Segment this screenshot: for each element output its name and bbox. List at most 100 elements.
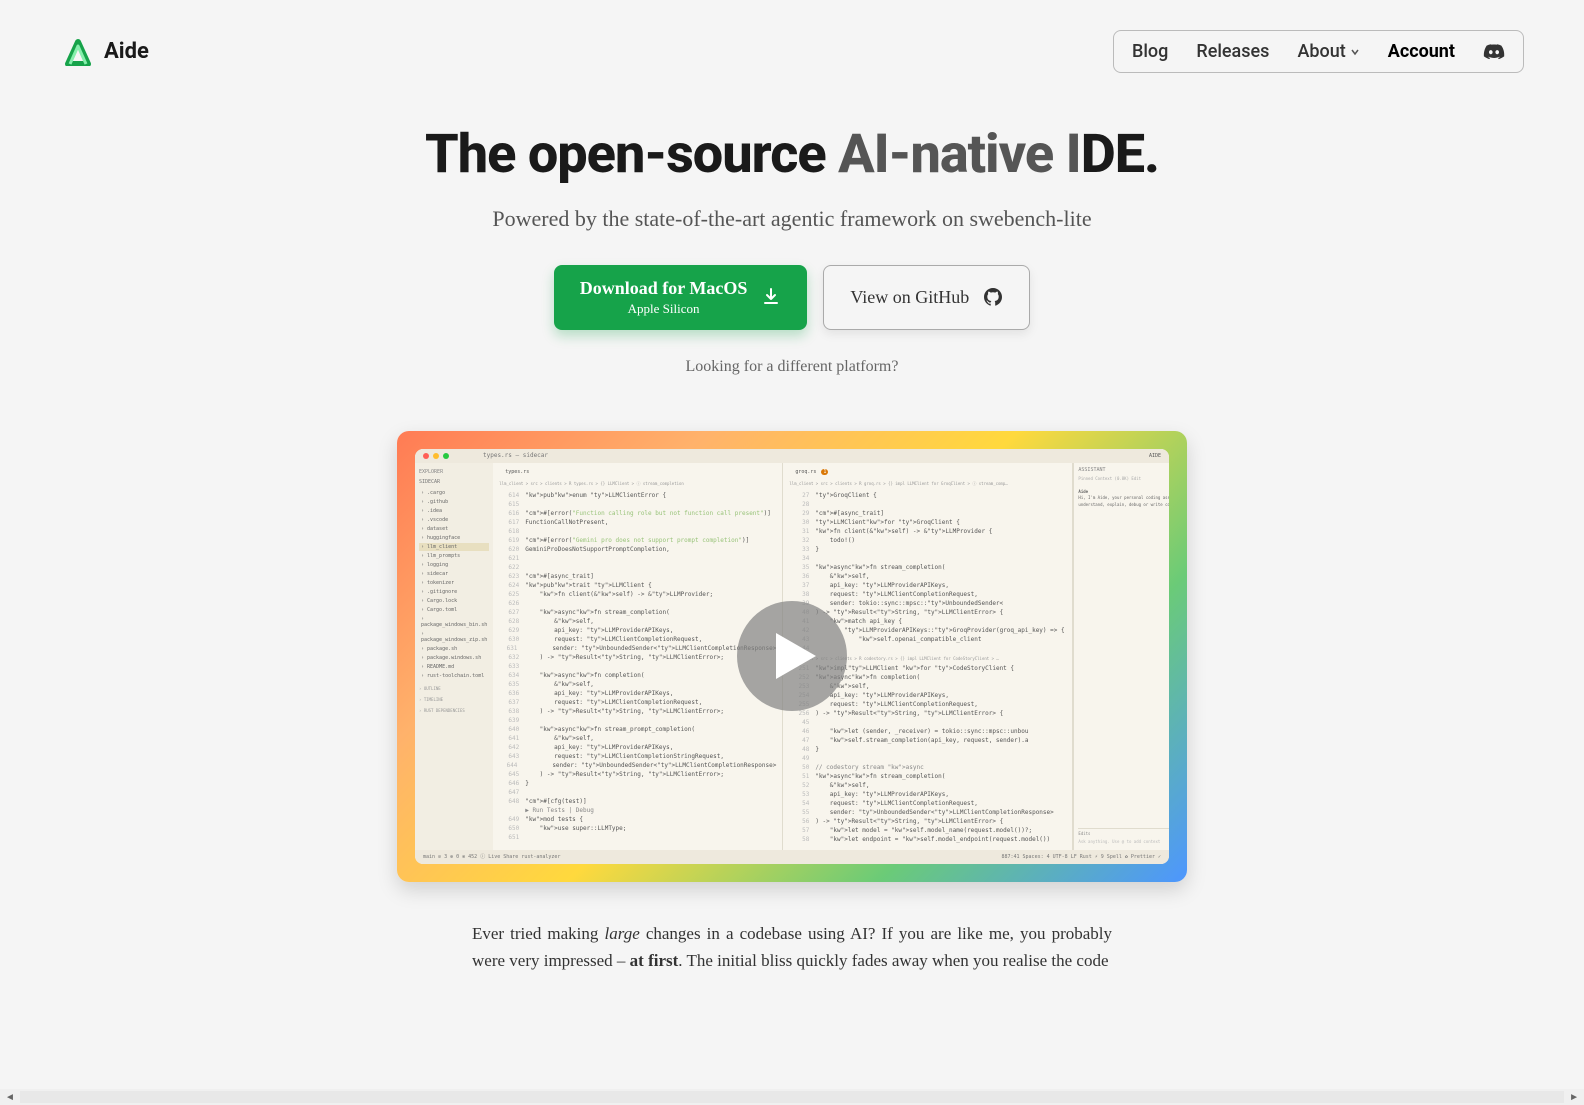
code-line: 48} (789, 745, 1066, 754)
maximize-icon (443, 453, 449, 459)
file-item: › dataset (419, 525, 489, 533)
scroll-right-icon[interactable]: ► (1566, 1092, 1582, 1103)
tab-badge: 1 (821, 469, 828, 475)
code-line: 634 "kw">async "kw">fn completion( (499, 671, 776, 680)
body-post: . The initial bliss quickly fades away w… (678, 951, 1108, 970)
play-icon (776, 633, 816, 679)
code-line: 640 "kw">async "kw">fn stream_prompt_com… (499, 725, 776, 734)
scroll-left-icon[interactable]: ◄ (2, 1092, 18, 1103)
file-explorer: EXPLORER SIDECAR › .cargo› .github› .ide… (415, 463, 493, 850)
github-button[interactable]: View on GitHub (823, 265, 1030, 330)
code-line: 623"cm">#[async_trait] (499, 572, 776, 581)
download-button[interactable]: Download for MacOS Apple Silicon (554, 265, 808, 330)
nav-blog[interactable]: Blog (1132, 41, 1168, 62)
code-line: 626 (499, 599, 776, 608)
code-line: 644 sender: "ty">UnboundedSender<"ty">LL… (499, 761, 776, 770)
code-line: 630 request: "ty">LLMClientCompletionReq… (499, 635, 776, 644)
logo[interactable]: Aide (60, 38, 149, 66)
nav-about[interactable]: About (1297, 41, 1359, 62)
body-at-first: at first (630, 951, 679, 970)
code-line: 621 (499, 554, 776, 563)
file-item: › .idea (419, 507, 489, 515)
logo-text: Aide (104, 39, 149, 64)
explorer-root: SIDECAR (419, 479, 489, 485)
aide-badge: AIDE (1149, 453, 1161, 459)
code-line: 647 (499, 788, 776, 797)
tab-left: types.rs (499, 467, 535, 477)
code-line: 32 todo!() (789, 536, 1066, 545)
code-line: 37 api_key: "ty">LLMProviderAPIKeys, (789, 581, 1066, 590)
file-item: › sidecar (419, 570, 489, 578)
status-right: 887:41 Spaces: 4 UTF-8 LF Rust ⚡ 9 Spell… (1001, 854, 1161, 860)
code-line: 629 api_key: "ty">LLMProviderAPIKeys, (499, 626, 776, 635)
code-line: 622 (499, 563, 776, 572)
code-line: 619"cm">#[error("Gemini pro does not sup… (499, 536, 776, 545)
code-line: 57 "kw">let model = "kw">self.model_name… (789, 826, 1066, 835)
code-line: 46 "kw">let (sender, _receiver) = tokio:… (789, 727, 1066, 736)
window-title: types.rs — sidecar (483, 452, 548, 459)
body-copy: Ever tried making large changes in a cod… (472, 920, 1112, 974)
code-line: 618 (499, 527, 776, 536)
assistant-panel: ASSISTANT Pinned Context (0.8K) Edit 0 i… (1073, 463, 1169, 850)
code-line: 651 (499, 833, 776, 842)
code-line: 50// codestory stream "kw">async (789, 763, 1066, 772)
code-line: 625 "kw">fn client(&"kw">self) -> &"ty">… (499, 590, 776, 599)
code-line: 56) -> "ty">Result<"ty">String, "ty">LLM… (789, 817, 1066, 826)
file-item: › Cargo.toml (419, 606, 489, 614)
code-line: 650 "kw">use super::LLMType; (499, 824, 776, 833)
status-left: main ⊘ 3 ⊕ 0 ⊗ 452 ⓘ Live Share rust-ana… (423, 853, 560, 860)
run-tests-inlay: ▶ Run Tests | Debug (499, 806, 776, 815)
code-line: 45 (789, 718, 1066, 727)
body-large: large (604, 924, 639, 943)
code-line: 624"kw">pub "kw">trait "ty">LLMClient { (499, 581, 776, 590)
code-line: 51"kw">async "kw">fn stream_completion( (789, 772, 1066, 781)
nav-releases[interactable]: Releases (1196, 41, 1269, 62)
play-button[interactable] (737, 601, 847, 711)
alt-platform-link[interactable]: Looking for a different platform? (0, 358, 1584, 376)
download-icon (761, 287, 781, 307)
file-item: › rust-toolchain.toml (419, 672, 489, 680)
subtitle: Powered by the state-of-the-art agentic … (0, 204, 1584, 235)
scroll-track[interactable] (20, 1091, 1564, 1103)
github-label: View on GitHub (850, 287, 969, 308)
title-pre: The open-source (425, 123, 838, 186)
assistant-input: Ask anything. Use @ to add context (1078, 839, 1169, 844)
code-line: 36 &"kw">self, (789, 572, 1066, 581)
file-item: › llm_client (419, 543, 489, 551)
sidebar-section: › TIMELINE (419, 697, 489, 702)
sidebar-section: › RUST DEPENDENCIES (419, 708, 489, 713)
discord-icon[interactable] (1483, 43, 1505, 61)
code-line: 52 &"kw">self, (789, 781, 1066, 790)
code-line: 646} (499, 779, 776, 788)
code-line: 627 "kw">async "kw">fn stream_completion… (499, 608, 776, 617)
code-line: 617FunctionCallNotPresent, (499, 518, 776, 527)
code-line: 614"kw">pub "kw">enum "ty">LLMClientErro… (499, 491, 776, 500)
github-icon (983, 287, 1003, 307)
file-item: › Cargo.lock (419, 597, 489, 605)
code-line: 33} (789, 545, 1066, 554)
hero: The open-source AI-native IDE. Powered b… (0, 103, 1584, 406)
code-line: 638 ) -> "ty">Result<"ty">String, "ty">L… (499, 707, 776, 716)
main-nav: Blog Releases About Account (1113, 30, 1524, 73)
nav-account[interactable]: Account (1388, 41, 1455, 62)
code-line: 34 (789, 554, 1066, 563)
edits-label: Edits (1078, 831, 1090, 836)
code-line: 631 sender: "ty">UnboundedSender<"ty">LL… (499, 644, 776, 653)
code-line: 616"cm">#[error("Function calling role b… (499, 509, 776, 518)
code-line: 620GeminiProDoesNotSupportPromptCompleti… (499, 545, 776, 554)
code-line: 636 api_key: "ty">LLMProviderAPIKeys, (499, 689, 776, 698)
code-line: 632 ) -> "ty">Result<"ty">String, "ty">L… (499, 653, 776, 662)
horizontal-scrollbar[interactable]: ◄ ► (0, 1089, 1584, 1105)
file-item: › package_windows_zip.sh (419, 630, 489, 644)
code-line: 256) -> "ty">Result<"ty">String, "ty">LL… (789, 709, 1066, 718)
file-item: › tokenizer (419, 579, 489, 587)
code-line: 31"kw">fn client(&"kw">self) -> &"ty">LL… (789, 527, 1066, 536)
title-em: AI-native I (838, 123, 1081, 186)
window-chrome: types.rs — sidecar AIDE (415, 449, 1169, 463)
breadcrumb-left: llm_client > src > clients > R types.rs … (499, 481, 776, 487)
nav-about-label: About (1297, 41, 1345, 62)
code-line: 635 &"kw">self, (499, 680, 776, 689)
code-line: 55 sender: "ty">UnboundedSender<"ty">LLM… (789, 808, 1066, 817)
page-title: The open-source AI-native IDE. (0, 123, 1584, 186)
code-line: 58 "kw">let endpoint = "kw">self.model_e… (789, 835, 1066, 844)
